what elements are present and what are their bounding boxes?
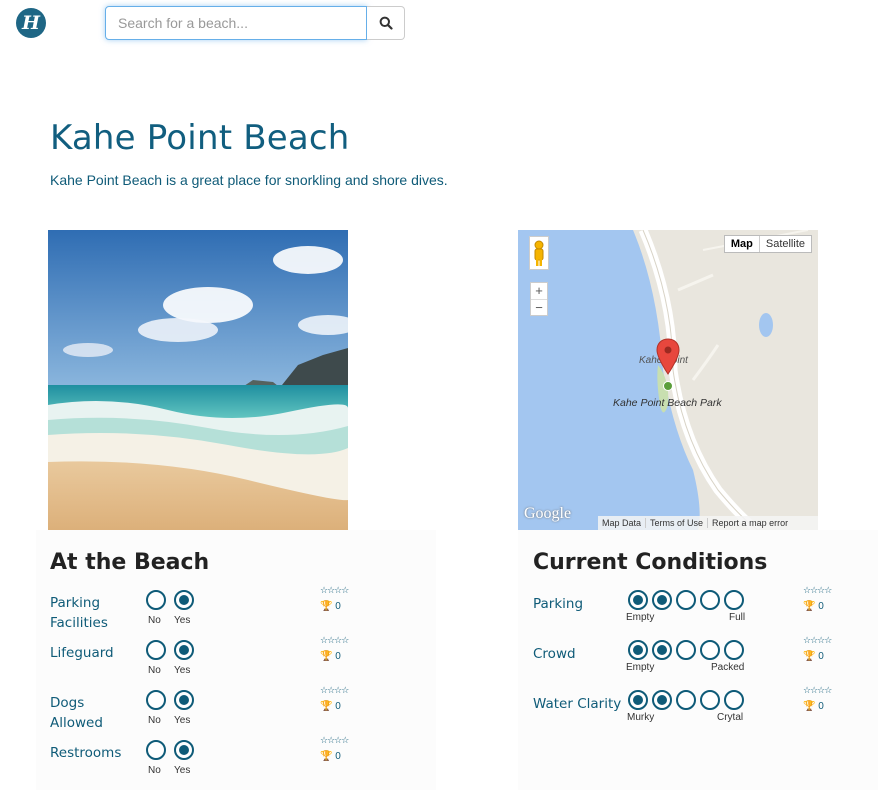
scale-high-label: Crytal bbox=[717, 712, 744, 723]
scale-radio-1[interactable] bbox=[628, 640, 648, 660]
map-pin-icon[interactable] bbox=[655, 338, 681, 376]
terms-link[interactable]: Terms of Use bbox=[645, 518, 707, 528]
page-title: Kahe Point Beach bbox=[50, 118, 350, 158]
trophy-count: 🏆 0 bbox=[320, 651, 341, 662]
search-input[interactable] bbox=[105, 6, 367, 40]
no-label: No bbox=[148, 765, 161, 776]
radio-yes[interactable] bbox=[174, 590, 194, 610]
trophy-count: 🏆 0 bbox=[320, 601, 341, 612]
beach-photo bbox=[48, 230, 348, 530]
scale-radio-2[interactable] bbox=[652, 690, 672, 710]
scale-radio-1[interactable] bbox=[628, 690, 648, 710]
trophy-count: 🏆 0 bbox=[320, 751, 341, 762]
map-label-park: Kahe Point Beach Park bbox=[613, 397, 722, 409]
star-rating[interactable]: ☆☆☆☆ bbox=[803, 686, 832, 696]
search-button[interactable] bbox=[367, 6, 405, 40]
condition-label: Parking bbox=[533, 596, 584, 612]
yes-label: Yes bbox=[174, 715, 191, 726]
map-button[interactable]: Map bbox=[725, 236, 760, 252]
search-icon bbox=[379, 16, 393, 30]
no-label: No bbox=[148, 715, 161, 726]
trophy-count: 🏆 0 bbox=[803, 651, 824, 662]
scale-radio-3[interactable] bbox=[676, 640, 696, 660]
scale-radio-2[interactable] bbox=[652, 590, 672, 610]
no-label: No bbox=[148, 665, 161, 676]
amenity-label: Parking Facilities bbox=[50, 595, 108, 631]
radio-no[interactable] bbox=[146, 640, 166, 660]
yes-label: Yes bbox=[174, 765, 191, 776]
beach-description: Kahe Point Beach is a great place for sn… bbox=[50, 172, 448, 188]
zoom-out-button[interactable]: − bbox=[531, 300, 547, 316]
scale-radio-1[interactable] bbox=[628, 590, 648, 610]
beach-map[interactable]: Map Satellite + − Kahe Point Kahe Point … bbox=[518, 230, 818, 530]
scale-high-label: Packed bbox=[711, 662, 745, 673]
satellite-button[interactable]: Satellite bbox=[760, 236, 811, 252]
scale-high-label: Full bbox=[729, 612, 746, 623]
star-rating[interactable]: ☆☆☆☆ bbox=[320, 636, 349, 646]
amenity-label: Lifeguard bbox=[50, 645, 114, 661]
scale-low-label: Empty bbox=[626, 662, 655, 673]
radio-yes[interactable] bbox=[174, 640, 194, 660]
amenity-label: Dogs Allowed bbox=[50, 695, 103, 731]
radio-yes[interactable] bbox=[174, 690, 194, 710]
logo-letter: H bbox=[22, 12, 40, 34]
google-logo: Google bbox=[524, 505, 572, 522]
star-rating[interactable]: ☆☆☆☆ bbox=[320, 736, 349, 746]
map-type-control: Map Satellite bbox=[723, 235, 812, 253]
zoom-in-button[interactable]: + bbox=[531, 283, 547, 300]
scale-radio-3[interactable] bbox=[676, 690, 696, 710]
report-link[interactable]: Report a map error bbox=[707, 518, 792, 528]
scale-radio-5[interactable] bbox=[724, 690, 744, 710]
scale-radio-4[interactable] bbox=[700, 640, 720, 660]
star-rating[interactable]: ☆☆☆☆ bbox=[320, 586, 349, 596]
current-conditions-title: Current Conditions bbox=[533, 550, 768, 575]
scale-radio-4[interactable] bbox=[700, 690, 720, 710]
radio-no[interactable] bbox=[146, 590, 166, 610]
map-footer: Map Data Terms of Use Report a map error bbox=[598, 516, 818, 530]
condition-label: Water Clarity bbox=[533, 696, 622, 712]
scale-low-label: Empty bbox=[626, 612, 655, 623]
scale-radio-5[interactable] bbox=[724, 590, 744, 610]
scale-radio-5[interactable] bbox=[724, 640, 744, 660]
yes-label: Yes bbox=[174, 665, 191, 676]
at-the-beach-title: At the Beach bbox=[50, 550, 210, 575]
radio-yes[interactable] bbox=[174, 740, 194, 760]
scale-radio-2[interactable] bbox=[652, 640, 672, 660]
trophy-count: 🏆 0 bbox=[320, 701, 341, 712]
scale-low-label: Murky bbox=[627, 712, 655, 723]
map-data-link[interactable]: Map Data bbox=[598, 518, 645, 528]
search-bar bbox=[105, 6, 405, 40]
condition-label: Crowd bbox=[533, 646, 576, 662]
scale-radio-3[interactable] bbox=[676, 590, 696, 610]
star-rating[interactable]: ☆☆☆☆ bbox=[320, 686, 349, 696]
star-rating[interactable]: ☆☆☆☆ bbox=[803, 586, 832, 596]
scale-radio-4[interactable] bbox=[700, 590, 720, 610]
radio-no[interactable] bbox=[146, 740, 166, 760]
amenity-label: Restrooms bbox=[50, 745, 122, 761]
radio-no[interactable] bbox=[146, 690, 166, 710]
logo[interactable]: H bbox=[16, 8, 46, 38]
zoom-control: + − bbox=[530, 282, 548, 316]
star-rating[interactable]: ☆☆☆☆ bbox=[803, 636, 832, 646]
pegman-icon[interactable] bbox=[529, 236, 549, 270]
no-label: No bbox=[148, 615, 161, 626]
yes-label: Yes bbox=[174, 615, 191, 626]
park-marker-icon bbox=[663, 381, 673, 391]
trophy-count: 🏆 0 bbox=[803, 701, 824, 712]
trophy-count: 🏆 0 bbox=[803, 601, 824, 612]
